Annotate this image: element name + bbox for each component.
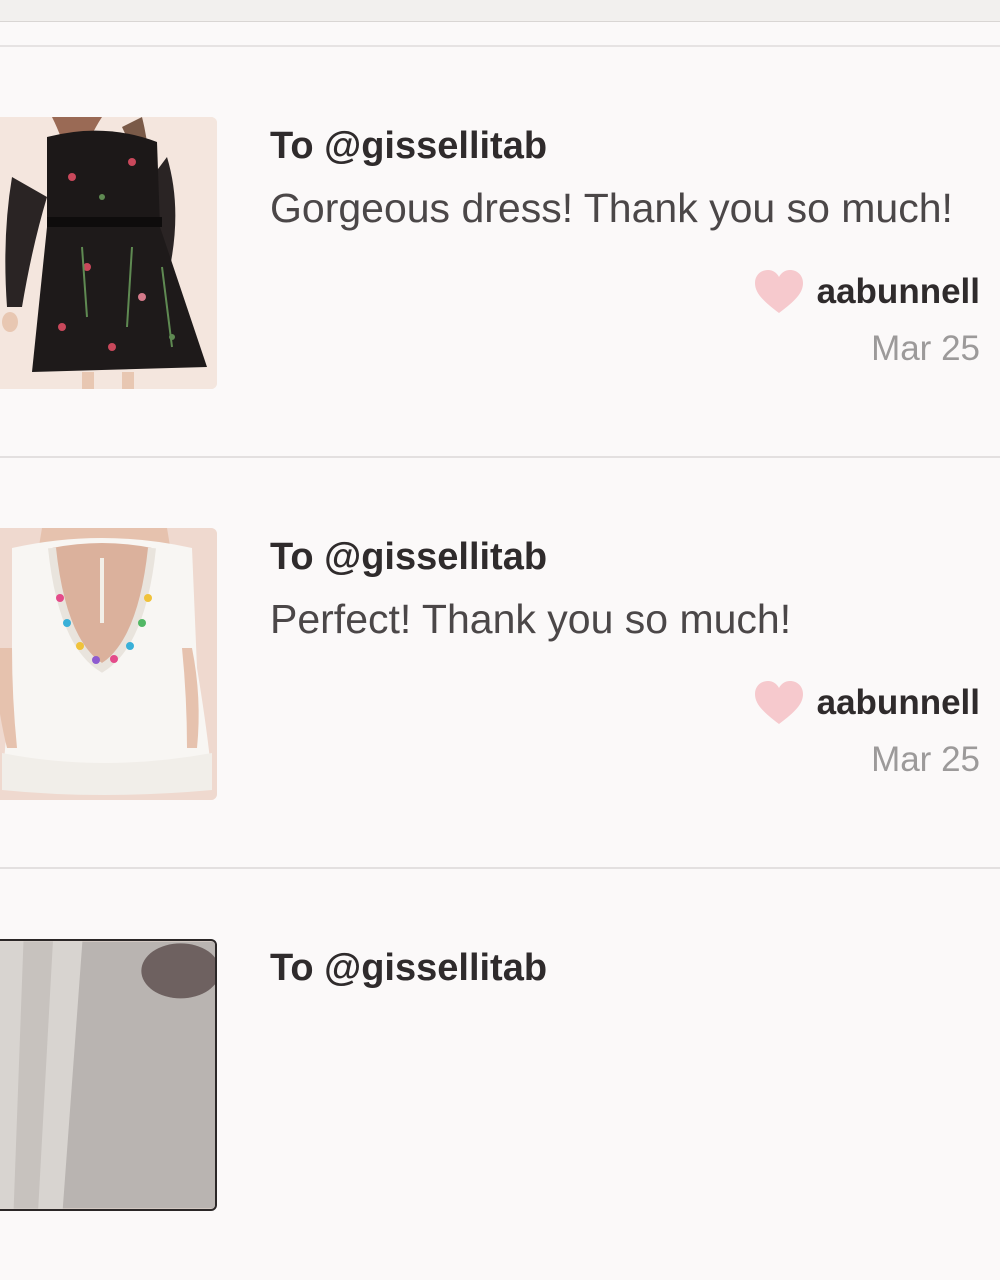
author-username[interactable]: aabunnell: [817, 683, 980, 723]
love-note-card[interactable]: To @gissellitab Gorgeous dress! Thank yo…: [0, 47, 1000, 458]
recipient-label[interactable]: To @gissellitab: [270, 125, 547, 168]
love-note-card[interactable]: To @gissellitab: [0, 869, 1000, 1280]
black-floral-dress-image: [0, 117, 217, 389]
note-message: Gorgeous dress! Thank you so much!: [270, 185, 953, 231]
recipient-label[interactable]: To @gissellitab: [270, 536, 547, 579]
grey-photo-image: [0, 941, 215, 1209]
recipient-label[interactable]: To @gissellitab: [270, 947, 547, 990]
listing-thumbnail[interactable]: [0, 528, 217, 800]
author-username[interactable]: aabunnell: [817, 272, 980, 312]
listing-thumbnail[interactable]: [0, 117, 217, 389]
heart-icon: [754, 681, 803, 724]
listing-thumbnail[interactable]: [0, 939, 217, 1211]
note-date: Mar 25: [871, 329, 980, 368]
note-date: Mar 25: [871, 740, 980, 779]
love-notes-feed: To @gissellitab Gorgeous dress! Thank yo…: [0, 47, 1000, 1280]
browser-top-bar: [0, 0, 1000, 22]
note-message: Perfect! Thank you so much!: [270, 596, 792, 642]
note-meta: aabunnell Mar 25: [753, 680, 980, 780]
heart-icon: [754, 270, 803, 313]
white-crochet-dress-image: [0, 528, 217, 800]
note-meta: aabunnell Mar 25: [753, 269, 980, 369]
love-note-card[interactable]: To @gissellitab Perfect! Thank you so mu…: [0, 458, 1000, 869]
